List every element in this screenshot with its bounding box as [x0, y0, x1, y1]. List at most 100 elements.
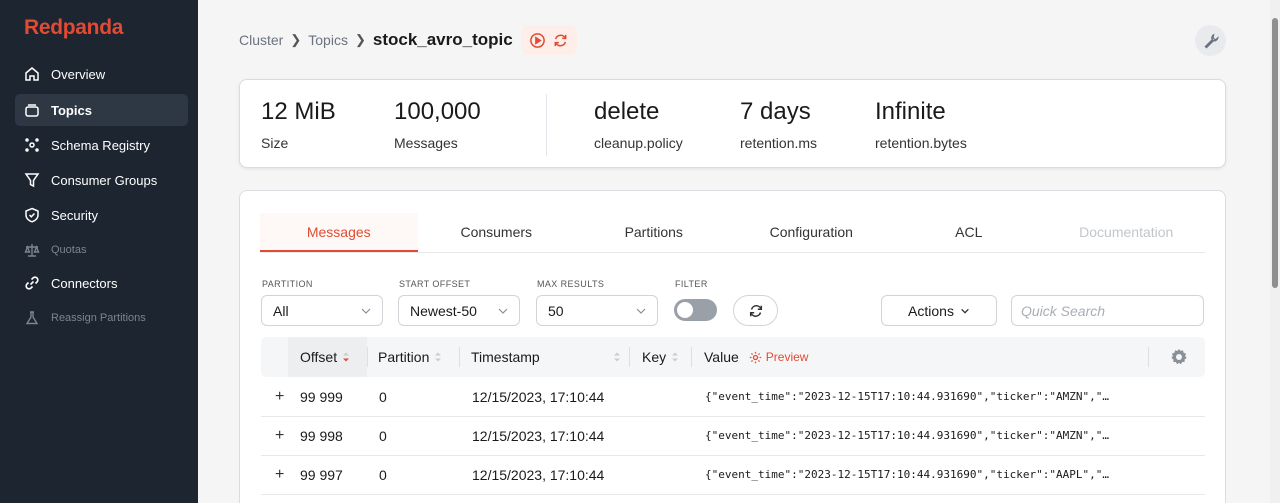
divider [629, 347, 630, 367]
preview-label: Preview [765, 350, 809, 364]
chevron-down-icon [361, 308, 371, 314]
max-results-select[interactable]: 50 [536, 295, 658, 326]
table-settings-gear-icon[interactable] [1170, 348, 1188, 366]
start-offset-label: START OFFSET [399, 279, 471, 289]
tab-configuration[interactable]: Configuration [733, 213, 891, 252]
column-label: Timestamp [471, 349, 540, 365]
sidebar-item-reassign-partitions: Reassign Partitions [15, 302, 188, 334]
actions-button[interactable]: Actions [881, 295, 997, 326]
tab-messages[interactable]: Messages [260, 213, 418, 252]
quick-search-input[interactable] [1011, 295, 1204, 326]
preview-button[interactable]: Preview [749, 350, 809, 364]
cell-offset: 99 998 [300, 428, 343, 444]
column-partition[interactable]: Partition [378, 337, 456, 377]
cell-offset: 99 999 [300, 389, 343, 405]
chevron-right-icon: ❯ [290, 32, 302, 47]
filter-label: FILTER [675, 279, 708, 289]
refresh-button[interactable] [733, 295, 778, 326]
column-timestamp[interactable]: Timestamp [471, 337, 621, 377]
column-label: Partition [378, 349, 430, 365]
app-logo[interactable]: Redpanda [24, 16, 123, 40]
expand-row-icon[interactable]: + [275, 378, 284, 416]
stat-label: retention.bytes [875, 135, 967, 151]
scrollbar-thumb[interactable] [1272, 18, 1278, 288]
shield-icon [25, 207, 39, 223]
stat-messages: 100,000 Messages [394, 98, 481, 151]
messages-table-header: Offset Partition Timestamp Key Value Pre… [261, 337, 1205, 377]
page-scrollbar[interactable] [1270, 0, 1280, 503]
schema-icon [25, 138, 39, 152]
messages-panel: Messages Consumers Partitions Configurat… [239, 190, 1226, 503]
sidebar-item-label: Security [51, 207, 98, 223]
sidebar-item-overview[interactable]: Overview [15, 58, 188, 90]
expand-row-icon[interactable]: + [275, 456, 284, 494]
stat-label: Messages [394, 135, 458, 151]
table-row[interactable]: + 99 998 0 12/15/2023, 17:10:44 {"event_… [261, 417, 1205, 456]
sidebar-item-label: Overview [51, 66, 106, 82]
sidebar: Redpanda Overview Topics Schema Registry… [0, 0, 198, 503]
stat-value: Infinite [875, 98, 946, 125]
column-key[interactable]: Key [642, 337, 679, 377]
table-row[interactable]: + 99 997 0 12/15/2023, 17:10:44 {"event_… [261, 456, 1205, 495]
sidebar-item-label: Schema Registry [51, 137, 150, 153]
sort-icon [672, 352, 679, 362]
gear-icon [749, 351, 761, 363]
stat-value: 12 MiB [261, 98, 336, 125]
link-icon [25, 276, 39, 290]
breadcrumb-topics[interactable]: Topics [308, 32, 348, 48]
table-row[interactable]: + 99 999 0 12/15/2023, 17:10:44 {"event_… [261, 378, 1205, 417]
tab-partitions[interactable]: Partitions [575, 213, 733, 252]
cell-timestamp: 12/15/2023, 17:10:44 [472, 467, 605, 483]
chevron-down-icon [636, 308, 646, 314]
cell-timestamp: 12/15/2023, 17:10:44 [472, 428, 605, 444]
divider [1148, 347, 1149, 367]
sidebar-item-topics[interactable]: Topics [15, 94, 188, 126]
stat-value: delete [594, 98, 660, 125]
sidebar-item-label: Topics [51, 102, 92, 118]
page-title: stock_avro_topic [372, 30, 513, 49]
start-offset-value: Newest-50 [410, 302, 477, 319]
cell-value: {"event_time":"2023-12-15T17:10:44.93169… [705, 468, 1109, 481]
divider [367, 347, 368, 367]
cell-value: {"event_time":"2023-12-15T17:10:44.93169… [705, 429, 1109, 442]
expand-row-icon[interactable]: + [275, 417, 284, 455]
actions-label: Actions [908, 302, 954, 319]
refresh-icon [749, 304, 762, 317]
chevron-down-icon [961, 308, 969, 314]
stat-label: cleanup.policy [594, 135, 683, 151]
partition-select[interactable]: All [261, 295, 383, 326]
stat-value: 7 days [740, 98, 811, 125]
scale-icon [24, 244, 40, 257]
stat-label: retention.ms [740, 135, 818, 151]
wrench-button[interactable] [1195, 25, 1226, 56]
start-offset-select[interactable]: Newest-50 [398, 295, 520, 326]
breadcrumb-cluster[interactable]: Cluster [239, 32, 283, 48]
sidebar-item-security[interactable]: Security [15, 199, 188, 231]
play-circle-icon[interactable] [529, 32, 546, 49]
max-results-label: MAX RESULTS [537, 279, 605, 289]
sidebar-item-consumer-groups[interactable]: Consumer Groups [15, 164, 188, 196]
tab-acl[interactable]: ACL [890, 213, 1048, 252]
stat-size: 12 MiB Size [261, 98, 336, 151]
sidebar-item-schema-registry[interactable]: Schema Registry [15, 129, 188, 161]
column-offset[interactable]: Offset [288, 337, 367, 377]
sidebar-item-label: Reassign Partitions [51, 312, 146, 324]
stat-value: 100,000 [394, 98, 481, 125]
stat-cleanup-policy: delete cleanup.policy [594, 98, 683, 151]
divider [546, 94, 547, 156]
chevron-down-icon [498, 308, 508, 314]
topic-stats-card: 12 MiB Size 100,000 Messages delete clea… [239, 79, 1226, 168]
home-icon [25, 67, 39, 81]
divider [459, 347, 460, 367]
cell-timestamp: 12/15/2023, 17:10:44 [472, 389, 605, 405]
breadcrumb: Cluster ❯ Topics ❯ stock_avro_topic [239, 25, 577, 55]
column-value: Value Preview [704, 337, 808, 377]
sidebar-item-connectors[interactable]: Connectors [15, 267, 188, 299]
max-results-value: 50 [548, 302, 564, 319]
column-label: Value [704, 349, 739, 365]
topic-tabs: Messages Consumers Partitions Configurat… [260, 213, 1205, 253]
refresh-icon[interactable] [552, 32, 569, 49]
tab-consumers[interactable]: Consumers [418, 213, 576, 252]
filter-toggle[interactable] [674, 299, 717, 321]
filter-icon [24, 173, 40, 188]
